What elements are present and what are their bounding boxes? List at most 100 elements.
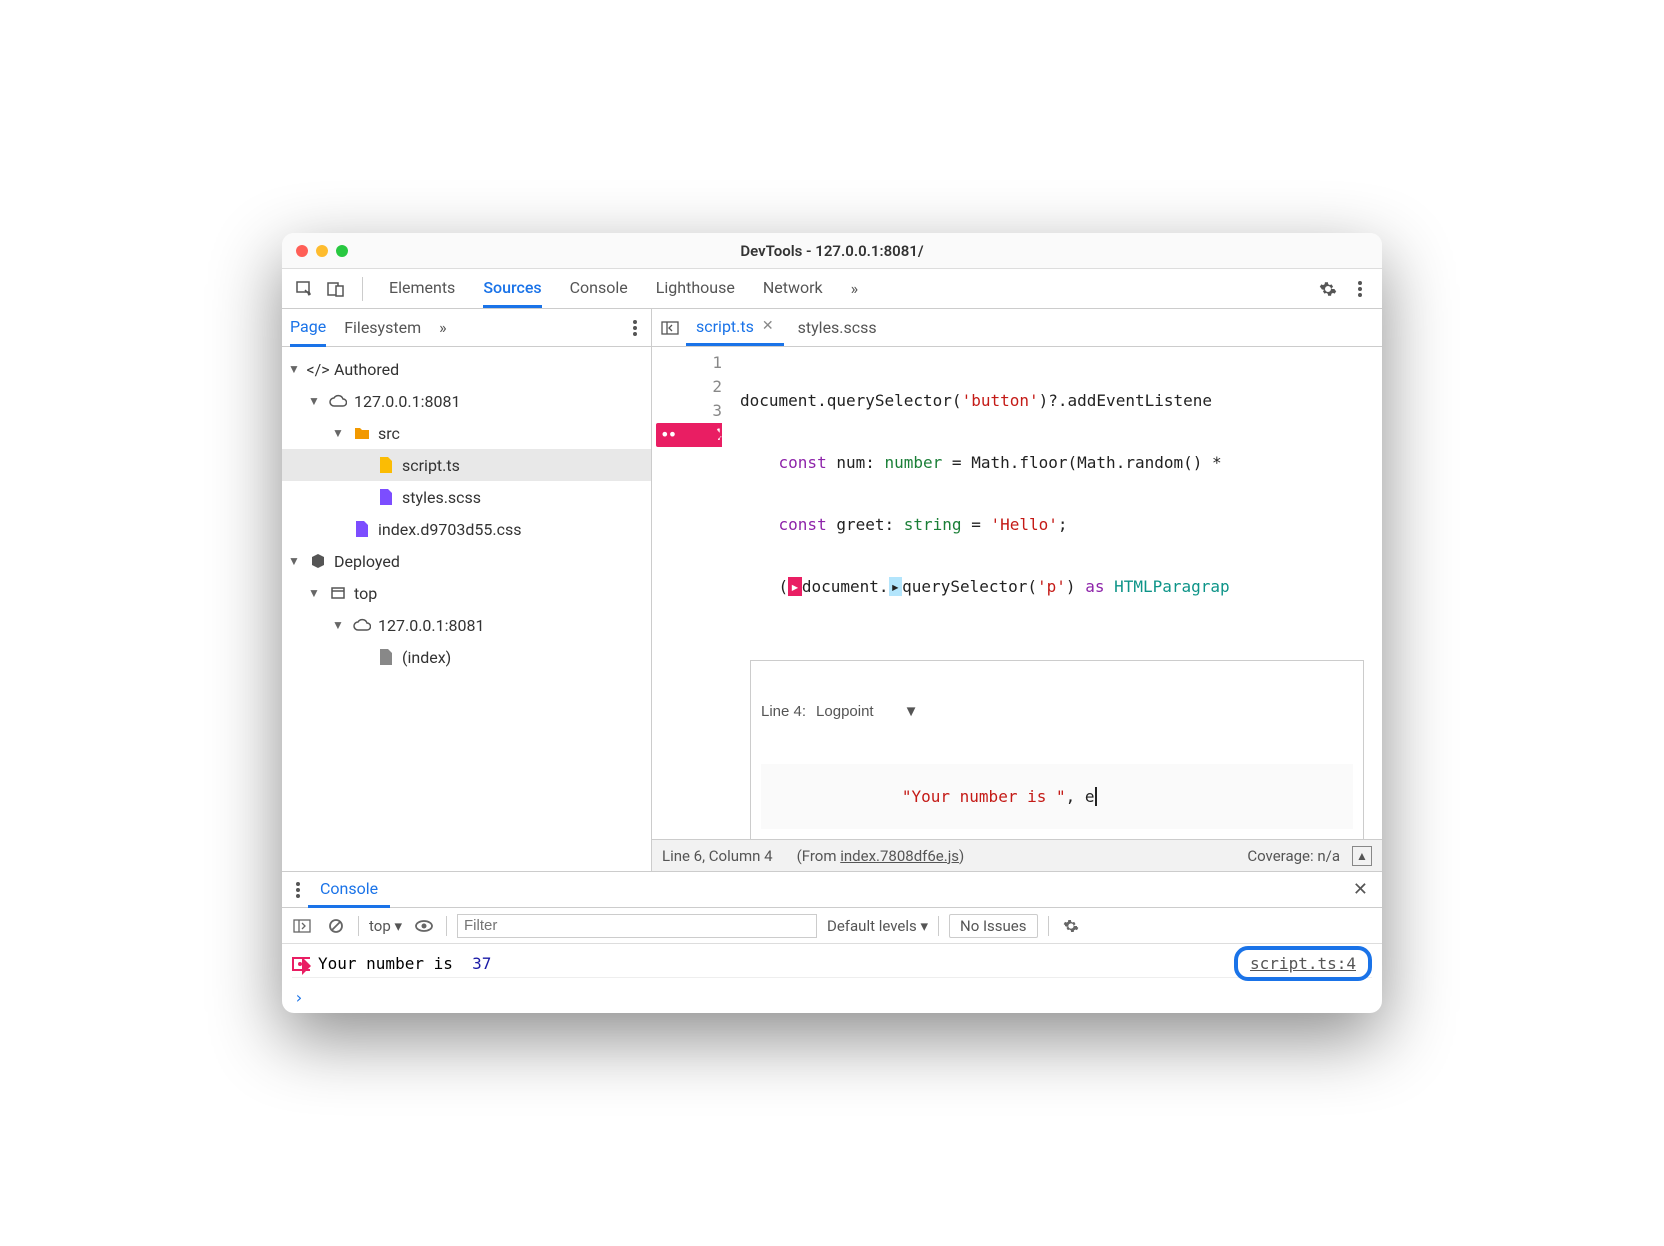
more-tabs[interactable]: » [841, 279, 869, 298]
tab-console[interactable]: Console [570, 270, 628, 308]
code-brackets-icon: </> [308, 360, 328, 379]
separator [362, 277, 363, 301]
console-sidebar-toggle-icon[interactable] [290, 914, 314, 938]
tree-styles-scss[interactable]: styles.scss [282, 481, 651, 513]
logpoint-gutter-marker[interactable]: ••4 [656, 423, 722, 447]
console-prompt[interactable]: › [292, 978, 1372, 1007]
code-line[interactable]: const greet: string = 'Hello'; [740, 513, 1374, 537]
tree-deployed[interactable]: ▼ Deployed [282, 545, 651, 577]
folder-icon [352, 426, 372, 440]
workspace: Page Filesystem » ▼ </> Authored ▼ 127.0… [282, 309, 1382, 871]
inspect-icon[interactable] [290, 275, 318, 303]
editor-panel: script.ts ✕ styles.scss 1 2 3 ••4 docume… [652, 309, 1382, 871]
source-map-link[interactable]: index.7808df6e.js [840, 847, 959, 865]
close-icon[interactable]: ✕ [762, 318, 774, 334]
code-area[interactable]: document.querySelector('button')?.addEve… [732, 347, 1382, 839]
logpoint-type-select[interactable]: Logpoint ▼ [816, 703, 918, 720]
line-number[interactable]: 3 [656, 399, 722, 423]
nav-kebab-icon[interactable] [627, 320, 643, 336]
tab-elements[interactable]: Elements [389, 270, 455, 308]
toggle-bottom-icon[interactable]: ▲ [1352, 846, 1372, 866]
console-log-line[interactable]: Your number is 37 script.ts:4 [292, 950, 1372, 978]
chevron-down-icon: ▼ [904, 703, 919, 720]
file-tab-script[interactable]: script.ts ✕ [686, 310, 784, 346]
frame-icon [328, 587, 348, 599]
code-line[interactable]: const num: number = Math.floor(Math.rand… [740, 451, 1374, 475]
file-tab-label: script.ts [696, 317, 754, 336]
drawer-close-icon[interactable]: ✕ [1345, 879, 1376, 900]
file-tab-styles[interactable]: styles.scss [788, 311, 887, 344]
file-icon [376, 649, 396, 665]
logpoint-expression-input[interactable]: "Your number is ", e [761, 764, 1353, 829]
console-messages: Your number is 37 script.ts:4 › [282, 944, 1382, 1013]
tree-label: 127.0.0.1:8081 [378, 616, 484, 635]
tree-label: script.ts [402, 456, 460, 475]
drawer-tabs: Console ✕ [282, 872, 1382, 908]
code-editor[interactable]: 1 2 3 ••4 document.querySelector('button… [652, 347, 1382, 839]
file-tab-label: styles.scss [798, 318, 877, 337]
tree-top[interactable]: ▼ top [282, 577, 651, 609]
live-expression-icon[interactable] [412, 914, 436, 938]
panel-tabs: Elements Sources Console Lighthouse Netw… [375, 270, 837, 308]
issues-button[interactable]: No Issues [949, 914, 1038, 938]
scss-file-icon [376, 489, 396, 505]
cursor-position: Line 6, Column 4 [662, 847, 773, 865]
logpoint-line-label: Line 4: [761, 703, 806, 720]
caret-down-icon: ▼ [332, 426, 346, 440]
console-drawer: Console ✕ top ▾ Default levels ▾ No Issu… [282, 871, 1382, 1013]
log-levels-select[interactable]: Default levels ▾ [827, 917, 928, 935]
device-toolbar-icon[interactable] [322, 275, 350, 303]
settings-gear-icon[interactable] [1314, 275, 1342, 303]
code-line[interactable]: (▸document.▸querySelector('p') as HTMLPa… [740, 575, 1374, 599]
console-filter-input[interactable] [457, 914, 817, 938]
code-line[interactable]: document.querySelector('button')?.addEve… [740, 389, 1374, 413]
tree-label: top [354, 584, 377, 603]
console-toolbar: top ▾ Default levels ▾ No Issues [282, 908, 1382, 944]
console-settings-gear-icon[interactable] [1059, 914, 1083, 938]
logpoint-editor: Line 4: Logpoint ▼ "Your number is ", e [750, 660, 1364, 839]
main-toolbar: Elements Sources Console Lighthouse Netw… [282, 269, 1382, 309]
nav-more[interactable]: » [439, 318, 447, 337]
window-title: DevTools - 127.0.0.1:8081/ [282, 242, 1382, 260]
nav-toggle-icon[interactable] [658, 316, 682, 340]
drawer-kebab-icon[interactable] [288, 882, 308, 898]
console-filter [457, 914, 817, 938]
logpoint-badge-icon [292, 957, 310, 971]
caret-down-icon: ▼ [308, 394, 322, 408]
nav-tab-filesystem[interactable]: Filesystem [344, 310, 421, 345]
tab-sources[interactable]: Sources [483, 270, 541, 308]
cloud-icon [328, 394, 348, 408]
tree-label: Deployed [334, 552, 400, 571]
drawer-tab-console[interactable]: Console [308, 872, 390, 908]
tab-network[interactable]: Network [763, 270, 823, 308]
tree-label: 127.0.0.1:8081 [354, 392, 460, 411]
file-tree: ▼ </> Authored ▼ 127.0.0.1:8081 ▼ src [282, 347, 651, 871]
line-number[interactable]: 2 [656, 375, 722, 399]
css-file-icon [352, 521, 372, 537]
console-source-link[interactable]: script.ts:4 [1234, 946, 1372, 981]
console-message: Your number is 37 [318, 954, 491, 973]
tree-script-ts[interactable]: script.ts [282, 449, 651, 481]
tree-authored[interactable]: ▼ </> Authored [282, 353, 651, 385]
line-gutter[interactable]: 1 2 3 ••4 [652, 347, 732, 839]
tree-src[interactable]: ▼ src [282, 417, 651, 449]
clear-console-icon[interactable] [324, 914, 348, 938]
tree-index[interactable]: (index) [282, 641, 651, 673]
tree-label: styles.scss [402, 488, 481, 507]
tree-label: index.d9703d55.css [378, 520, 522, 539]
tree-host[interactable]: ▼ 127.0.0.1:8081 [282, 385, 651, 417]
tree-label: Authored [334, 360, 399, 379]
tree-host2[interactable]: ▼ 127.0.0.1:8081 [282, 609, 651, 641]
js-file-icon [376, 457, 396, 473]
nav-tab-page[interactable]: Page [290, 309, 326, 347]
caret-down-icon: ▼ [308, 586, 322, 600]
main-menu-kebab-icon[interactable] [1346, 275, 1374, 303]
line-number[interactable]: 1 [656, 351, 722, 375]
execution-context-select[interactable]: top ▾ [369, 917, 402, 935]
coverage-label: Coverage: n/a [1247, 847, 1340, 865]
tree-index-css[interactable]: index.d9703d55.css [282, 513, 651, 545]
tab-lighthouse[interactable]: Lighthouse [656, 270, 735, 308]
caret-down-icon: ▼ [288, 362, 302, 376]
editor-statusbar: Line 6, Column 4 (From index.7808df6e.js… [652, 839, 1382, 871]
caret-down-icon: ▼ [332, 618, 346, 632]
